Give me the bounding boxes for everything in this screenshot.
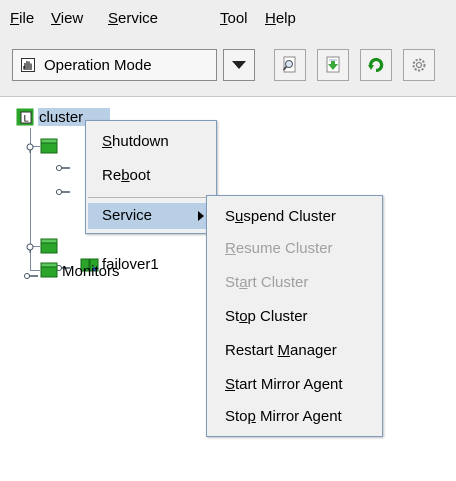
submenu-arrow-icon [198, 211, 204, 221]
reboot-label: oot [129, 167, 151, 184]
operation-mode-label: Operation Mode [44, 57, 152, 74]
menu-file[interactable]: File [10, 10, 34, 27]
start-label-pre: St [225, 274, 240, 291]
resume-label: esume Cluster [235, 240, 333, 257]
menu-item-service[interactable]: Service [88, 203, 212, 229]
server-group-icon [40, 238, 58, 258]
chevron-down-icon [232, 61, 246, 69]
menu-item-reboot[interactable]: Reboot [102, 167, 150, 184]
operation-mode-select[interactable]: Operation Mode [12, 49, 217, 81]
menu-file-label: ile [19, 10, 35, 27]
tree-node-monitors[interactable]: Monitors [62, 263, 120, 280]
menu-bar: File View Service Tool Help [0, 0, 456, 38]
svg-text:L: L [23, 115, 28, 125]
stop-mirror-label: Mirror Agent [255, 408, 342, 425]
resume-mnemonic: R [225, 240, 236, 257]
menu-help-label: elp [275, 10, 296, 27]
shutdown-mnemonic: S [102, 133, 113, 150]
stop-mnemonic: o [239, 308, 248, 325]
suspend-label: spend Cluster [243, 208, 336, 225]
tree-child-connector-icon [56, 184, 70, 201]
start-mirror-mnemonic: S [225, 376, 236, 393]
stop-mirror-label-pre: Sto [225, 408, 248, 425]
hand-icon [20, 57, 36, 73]
menu-help-mnemonic: H [265, 10, 276, 27]
menu-item-shutdown[interactable]: Shutdown [102, 133, 169, 150]
stop-mirror-mnemonic: p [247, 408, 256, 425]
context-menu: Shutdown Reboot Service [85, 120, 217, 234]
expand-toggle-icon[interactable] [24, 240, 36, 257]
menu-file-mnemonic: F [10, 10, 20, 27]
menu-service-mnemonic: S [108, 10, 119, 27]
menu-item-start-mirror-agent[interactable]: Start Mirror Agent [225, 376, 343, 393]
tree-child-connector-icon [56, 160, 70, 177]
reboot-mnemonic: b [121, 167, 130, 184]
start-mirror-label: tart Mirror Agent [235, 376, 343, 393]
toolbar-button-refresh[interactable] [360, 49, 392, 81]
reboot-label-pre: Re [102, 167, 122, 184]
menu-item-start-cluster[interactable]: Start Cluster [225, 274, 308, 291]
restart-mnemonic: M [277, 342, 291, 359]
gear-icon [412, 58, 426, 72]
magnifier-doc-icon [282, 56, 296, 73]
server-group-icon [40, 138, 58, 158]
stop-label: p Cluster [247, 308, 308, 325]
menu-item-resume-cluster[interactable]: Resume Cluster [225, 240, 333, 257]
tree-child-connector-icon [24, 268, 38, 285]
toolbar-button-download[interactable] [317, 49, 349, 81]
menu-item-suspend-cluster[interactable]: Suspend Cluster [225, 208, 336, 225]
download-doc-icon [326, 56, 340, 73]
menu-help[interactable]: Help [265, 10, 296, 27]
menu-separator [88, 197, 212, 198]
toolbar-button-settings[interactable] [403, 49, 435, 81]
tree-root-cluster[interactable]: cluster [39, 109, 83, 126]
refresh-icon [368, 57, 384, 73]
start-mnemonic: a [239, 274, 248, 291]
monitors-icon [40, 262, 58, 282]
restart-label-pre: Restart [225, 342, 278, 359]
menu-view[interactable]: View [51, 10, 83, 27]
expand-toggle-icon[interactable] [24, 140, 36, 157]
suspend-label-pre: S [225, 208, 236, 225]
cluster-icon: L [16, 108, 34, 130]
service-label: Service [102, 207, 153, 224]
menu-item-restart-manager[interactable]: Restart Manager [225, 342, 337, 359]
menu-tool-mnemonic: T [220, 10, 228, 27]
menu-tool[interactable]: Tool [220, 10, 248, 27]
menu-tool-label: ool [227, 10, 248, 27]
menu-item-stop-cluster[interactable]: Stop Cluster [225, 308, 308, 325]
shutdown-label: hutdown [112, 133, 169, 150]
menu-view-label: iew [60, 10, 84, 27]
menu-service[interactable]: Service [108, 10, 158, 27]
stop-label-pre: St [225, 308, 240, 325]
menu-service-label: ervice [118, 10, 159, 27]
menu-view-mnemonic: V [51, 10, 61, 27]
mode-dropdown-button[interactable] [223, 49, 255, 81]
start-label: rt Cluster [247, 274, 309, 291]
toolbar-button-find[interactable] [274, 49, 306, 81]
menu-item-stop-mirror-agent[interactable]: Stop Mirror Agent [225, 408, 342, 425]
restart-label: anager [290, 342, 337, 359]
service-submenu: Suspend Cluster Resume Cluster Start Clu… [206, 195, 383, 437]
